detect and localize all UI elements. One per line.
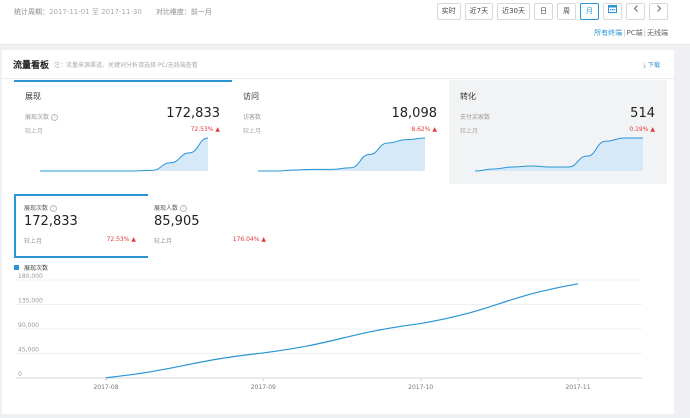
arrow-up-icon: ▲: [261, 236, 266, 243]
box-value: 85,905: [154, 214, 200, 229]
metric-label: 访客数: [243, 114, 262, 121]
mom-value: 72.53% ▲: [190, 126, 220, 133]
terminal-all[interactable]: 所有终端: [594, 29, 622, 37]
box-mom-value: 176.04% ▲: [232, 236, 266, 243]
sparkline-area: [40, 138, 208, 171]
compare-label: 对比维度：: [155, 8, 191, 16]
box-label: 展现次数?: [24, 203, 58, 212]
panel-header: 流量看板 注：流量来源渠道、关键词分析请选择 PC/无线端查看 ⤓ 下载: [2, 50, 674, 79]
period-to: 至: [91, 8, 99, 16]
panel-note: 注：流量来源渠道、关键词分析请选择 PC/无线端查看: [54, 62, 198, 69]
next-period-button[interactable]: [649, 3, 668, 20]
legend-swatch: [14, 265, 19, 270]
period-label: 统计周期：: [14, 8, 49, 16]
series-line: [105, 283, 579, 379]
card-name: 转化: [460, 92, 476, 101]
card-visits[interactable]: 访问 访客数 18,098 较上月 8.62% ▲: [232, 80, 449, 184]
arrow-up-icon: ▲: [215, 126, 220, 133]
card-impressions[interactable]: 展现 展现次数? 172,833 较上月 72.53% ▲: [14, 80, 232, 184]
metric-value: 172,833: [166, 106, 220, 121]
arrow-up-icon: ▲: [650, 126, 655, 133]
arrow-up-icon: ▲: [131, 236, 136, 243]
x-tick-label: 2017-09: [251, 384, 276, 391]
box-mom-value: 72.53% ▲: [106, 236, 136, 243]
x-axis-ticks: 2017-08 2017-09 2017-10 2017-11: [93, 378, 591, 391]
sparkline-conversions: [474, 137, 643, 172]
legend-label: 展现次数: [24, 264, 48, 272]
sparkline-impressions: [40, 137, 209, 172]
realtime-button[interactable]: 实时: [436, 3, 461, 20]
x-tick-label: 2017-10: [408, 384, 433, 391]
y-tick-label: 90,000: [18, 322, 39, 329]
period-info: 统计周期：2017-11-01 至 2017-11-30 对比维度：前一月: [14, 7, 212, 17]
week-button[interactable]: 周: [557, 3, 576, 20]
metric-label: 支付买家数: [460, 114, 491, 121]
period-end: 2017-11-30: [101, 8, 142, 16]
y-tick-label: 0: [18, 371, 22, 378]
toolbar: 统计周期：2017-11-01 至 2017-11-30 对比维度：前一月 实时 …: [0, 0, 690, 45]
box-label: 展现人数?: [154, 203, 188, 212]
last-30-days-button[interactable]: 近30天: [497, 3, 530, 20]
y-tick-label: 135,000: [18, 298, 43, 305]
mom-value: 8.62% ▲: [411, 126, 437, 133]
box-value: 172,833: [24, 214, 78, 229]
prev-period-button[interactable]: [626, 3, 645, 20]
period-buttons: 实时 近7天 近30天 日 周 月: [436, 3, 668, 20]
sparkline-area: [475, 138, 643, 171]
calendar-icon[interactable]: [603, 3, 622, 20]
box-mom-label: 较上月: [154, 238, 173, 245]
info-icon: ?: [51, 114, 59, 121]
x-tick-label: 2017-11: [565, 384, 590, 391]
download-button[interactable]: ⤓ 下载: [643, 60, 660, 70]
card-name: 展现: [25, 92, 41, 101]
mom-value: 0.19% ▲: [629, 126, 655, 133]
metric-value: 18,098: [391, 106, 438, 121]
calendar-icon-glyph: [608, 5, 617, 13]
detail-impressions-count[interactable]: 展现次数? 172,833 较上月 72.53% ▲: [14, 194, 148, 258]
metric-label: 展现次数?: [25, 112, 59, 121]
info-icon: ?: [180, 205, 188, 212]
card-name: 访问: [243, 92, 259, 101]
chevron-right-icon: [656, 5, 661, 12]
arrow-up-icon: ▲: [432, 126, 437, 133]
month-button[interactable]: 月: [580, 3, 599, 20]
last-7-days-button[interactable]: 近7天: [464, 3, 494, 20]
sparkline-visits: [258, 137, 426, 172]
card-conversions[interactable]: 转化 支付买家数 514 较上月 0.19% ▲: [449, 80, 667, 184]
period-start: 2017-11-01: [49, 8, 90, 16]
download-label: 下载: [647, 62, 660, 69]
chart-grid: [16, 279, 642, 379]
compare-value: 前一月: [190, 8, 212, 16]
detail-impressions-people[interactable]: 展现人数? 85,905 较上月 176.04% ▲: [146, 196, 276, 256]
download-icon: ⤓: [643, 62, 647, 69]
y-tick-label: 180,000: [18, 273, 43, 280]
metric-value: 514: [630, 106, 655, 121]
day-button[interactable]: 日: [534, 3, 553, 20]
chevron-left-icon: [633, 5, 638, 12]
panel-title: 流量看板: [13, 61, 50, 71]
traffic-dashboard: 流量看板 注：流量来源渠道、关键词分析请选择 PC/无线端查看 ⤓ 下载 展现 …: [2, 50, 674, 414]
x-tick-label: 2017-08: [93, 384, 118, 391]
terminal-selector: 所有终端|PC端|无线端: [594, 28, 668, 38]
terminal-wireless[interactable]: 无线端: [647, 29, 668, 37]
sparkline-area: [258, 138, 425, 171]
impressions-line-chart: 展现次数 180,000 135,000 90,000 45,000 0 2017-08…: [14, 264, 642, 391]
y-axis-ticks: 180,000 135,000 90,000 45,000 0: [18, 273, 43, 378]
info-icon: ?: [50, 205, 58, 212]
box-mom-label: 较上月: [24, 238, 43, 245]
y-tick-label: 45,000: [18, 347, 39, 354]
terminal-pc[interactable]: PC端: [627, 29, 643, 37]
